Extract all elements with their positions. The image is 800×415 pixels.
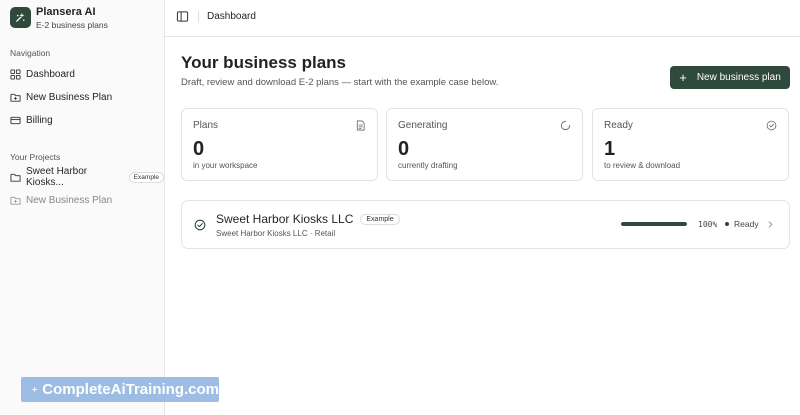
sidebar-project-new-business-plan[interactable]: New Business Plan bbox=[10, 192, 112, 208]
check-circle-icon bbox=[194, 219, 206, 231]
stat-value: 0 bbox=[193, 138, 205, 160]
stat-caption: to review & download bbox=[604, 161, 681, 170]
document-icon bbox=[356, 120, 365, 131]
sidebar-toggle-icon[interactable] bbox=[176, 10, 189, 23]
new-business-plan-button-label: New business plan bbox=[696, 72, 781, 83]
stat-card-plans: Plans 0 in your workspace bbox=[181, 108, 378, 181]
watermark-text: CompleteAiTraining.com bbox=[42, 381, 219, 398]
new-business-plan-button[interactable]: + New business plan bbox=[670, 66, 790, 89]
brand-name: Plansera AI bbox=[36, 6, 96, 18]
dashboard-icon bbox=[10, 68, 21, 80]
progress-bar bbox=[621, 222, 687, 226]
project-subtitle: Sweet Harbor Kiosks LLC · Retail bbox=[216, 229, 336, 238]
watermark: CompleteAiTraining.com bbox=[21, 377, 219, 402]
stat-value: 0 bbox=[398, 138, 410, 160]
sidebar-item-label: Dashboard bbox=[26, 68, 75, 80]
breadcrumb: Dashboard bbox=[207, 11, 256, 22]
plus-icon: + bbox=[679, 70, 687, 85]
status-badge: Ready bbox=[725, 219, 759, 229]
brand-logo-icon bbox=[10, 7, 31, 28]
check-circle-icon bbox=[766, 120, 777, 131]
sidebar-project-label: Sweet Harbor Kiosks... bbox=[26, 166, 88, 188]
stat-label: Plans bbox=[193, 120, 219, 131]
example-badge: Example bbox=[360, 213, 400, 225]
project-card[interactable]: Sweet Harbor Kiosks LLC Example Sweet Ha… bbox=[181, 200, 790, 249]
example-badge: Example bbox=[128, 171, 164, 183]
sidebar-item-label: Billing bbox=[26, 114, 53, 126]
stat-card-generating: Generating 0 currently drafting bbox=[386, 108, 583, 181]
topbar-divider bbox=[198, 11, 199, 23]
credit-card-icon bbox=[10, 116, 21, 124]
brand-subtitle: E-2 business plans bbox=[36, 20, 108, 30]
stat-label: Generating bbox=[398, 120, 448, 131]
sparkle-icon bbox=[31, 386, 38, 393]
sidebar-project-label: New Business Plan bbox=[26, 194, 113, 206]
status-label: Ready bbox=[734, 219, 759, 229]
folder-plus-icon bbox=[10, 93, 21, 102]
sidebar: Plansera AI E-2 business plans Navigatio… bbox=[0, 0, 165, 415]
project-title: Sweet Harbor Kiosks LLC bbox=[216, 212, 354, 226]
stat-value: 1 bbox=[604, 138, 616, 160]
folder-icon bbox=[10, 173, 21, 182]
brand[interactable]: Plansera AI E-2 business plans bbox=[10, 6, 108, 31]
chevron-right-icon[interactable] bbox=[766, 219, 775, 230]
stat-caption: in your workspace bbox=[193, 161, 258, 170]
projects-section-label: Your Projects bbox=[10, 152, 61, 162]
sidebar-item-dashboard[interactable]: Dashboard bbox=[10, 66, 75, 82]
stat-label: Ready bbox=[604, 120, 633, 131]
page-title: Your business plans bbox=[181, 53, 347, 72]
progress-fill bbox=[621, 222, 687, 226]
sidebar-item-label: New Business Plan bbox=[26, 91, 113, 103]
sidebar-item-billing[interactable]: Billing bbox=[10, 112, 53, 128]
navigation-section-label: Navigation bbox=[10, 48, 51, 58]
sidebar-item-new-business-plan[interactable]: New Business Plan bbox=[10, 89, 112, 105]
status-dot-icon bbox=[725, 222, 729, 226]
spinner-icon bbox=[560, 120, 571, 131]
stat-caption: currently drafting bbox=[398, 161, 458, 170]
stat-card-ready: Ready 1 to review & download bbox=[592, 108, 789, 181]
folder-plus-icon bbox=[10, 196, 21, 205]
sidebar-project-sweet-harbor[interactable]: Sweet Harbor Kiosks... Example bbox=[10, 166, 164, 188]
progress-percent: 100% bbox=[698, 220, 718, 229]
topbar: Dashboard bbox=[165, 0, 800, 37]
page-subtitle: Draft, review and download E-2 plans — s… bbox=[181, 77, 499, 88]
